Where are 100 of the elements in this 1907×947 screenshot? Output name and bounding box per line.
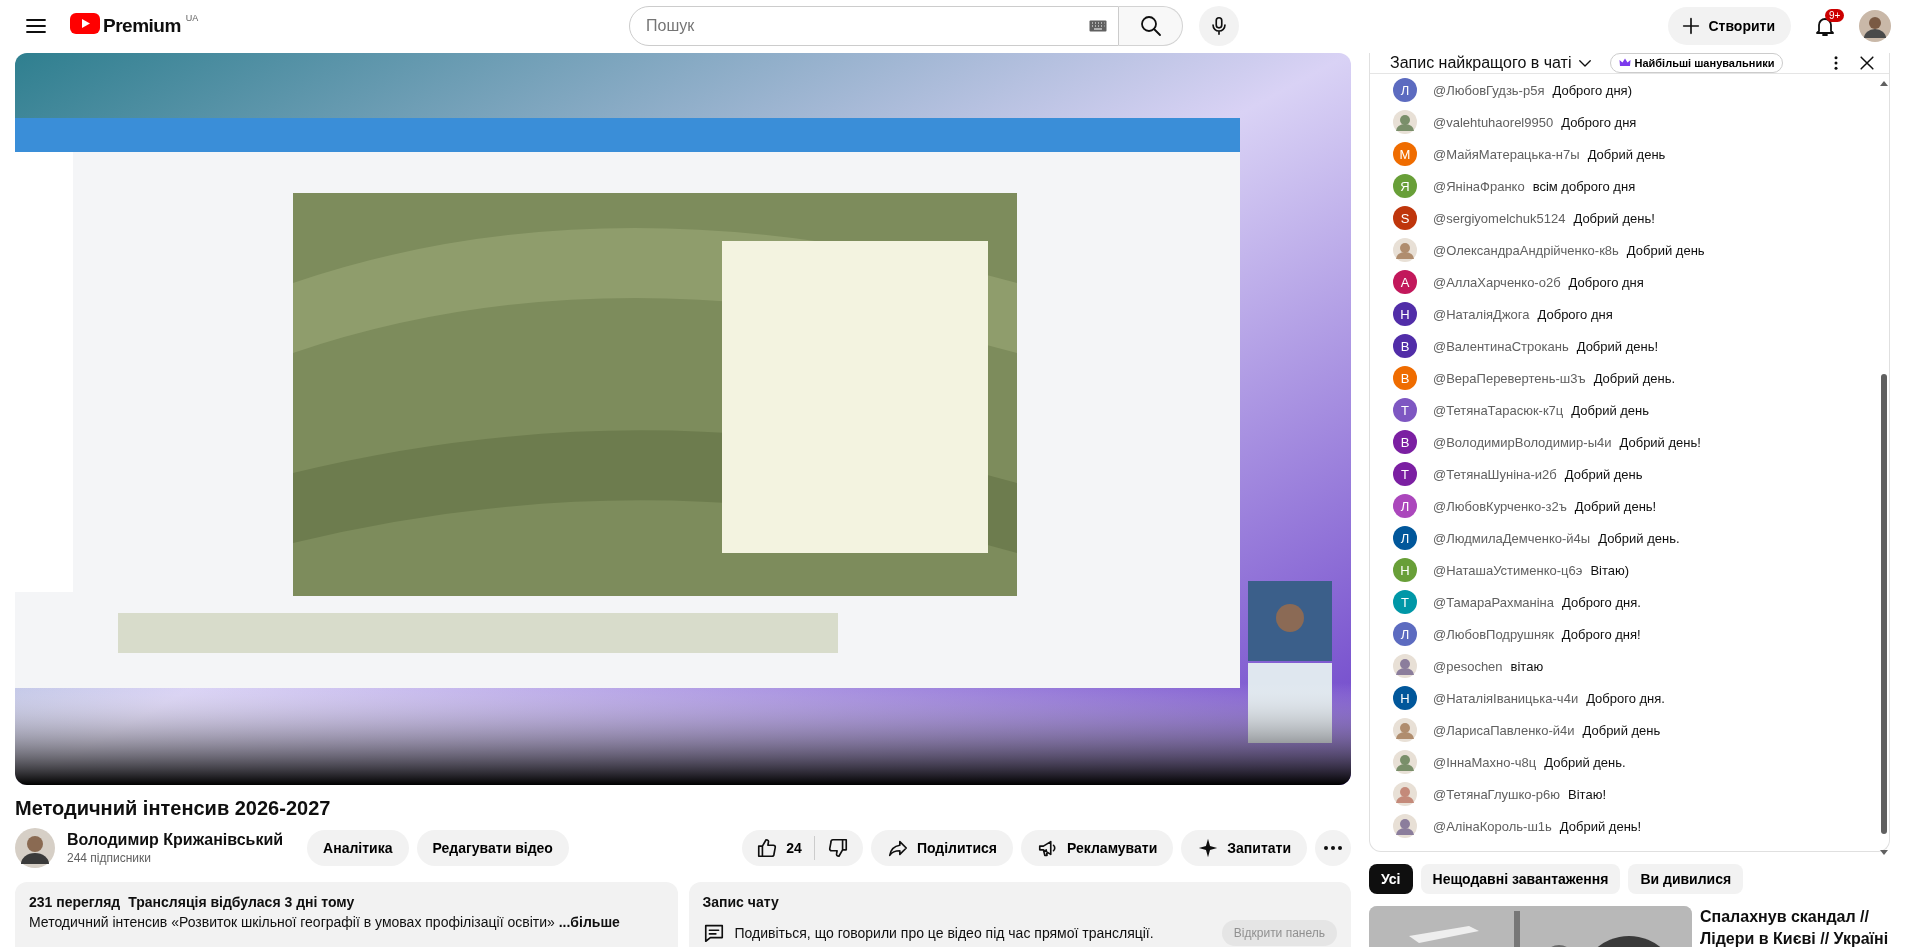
avatar: Л xyxy=(1393,622,1417,646)
chat-text: Добрий день! xyxy=(1559,818,1642,834)
chat-text: всім доброго дня xyxy=(1532,178,1636,194)
chat-text: Доброго дня. xyxy=(1586,690,1665,706)
thumbs-down-icon xyxy=(826,837,849,859)
chat-text: Вітаю! xyxy=(1568,786,1606,802)
chat-replay-title: Запис чату xyxy=(702,894,780,910)
chat-text: Доброго дня xyxy=(1568,274,1644,290)
avatar: Н xyxy=(1393,558,1417,582)
chat-author[interactable]: @ЛюбовКурченко-з2ъ xyxy=(1433,498,1567,514)
chat-author[interactable]: @НаташаУстименко-ц6э xyxy=(1433,562,1583,578)
avatar: В xyxy=(1393,334,1417,358)
chat-text: Доброго дня! xyxy=(1561,626,1641,642)
chat-text: Добрий день. xyxy=(1598,530,1680,546)
video-title[interactable]: Спалахнув скандал // Лідери в Києві // Україні xyxy=(1700,906,1890,947)
chat-author[interactable]: @ВераПеревертень-ш3ъ xyxy=(1433,370,1586,386)
avatar: Н xyxy=(1393,686,1417,710)
chat-author[interactable]: @МайяМатерацька-н7ы xyxy=(1433,146,1580,162)
filter-chip[interactable]: Усі xyxy=(1369,864,1413,894)
avatar xyxy=(1393,718,1417,742)
chat-text: Доброго дня xyxy=(1561,114,1637,130)
avatar: Я xyxy=(1393,174,1417,198)
share-button[interactable]: Поділитися xyxy=(870,830,1013,866)
avatar: Л xyxy=(1393,494,1417,518)
more-button[interactable] xyxy=(1315,830,1351,866)
chat-text: Добрий день xyxy=(1626,242,1705,258)
chat-text: Добрий день xyxy=(1564,466,1643,482)
chat-text: вітаю xyxy=(1510,658,1544,674)
create-button[interactable]: Створити xyxy=(1668,7,1791,45)
crown-icon xyxy=(1618,57,1631,69)
chat-author[interactable]: @ЛарисаПавленко-й4и xyxy=(1433,722,1575,738)
avatar[interactable] xyxy=(1859,10,1891,42)
chat-author[interactable]: @НаталіяІваницька-ч4и xyxy=(1433,690,1579,706)
channel-action-button[interactable]: Аналітика xyxy=(307,830,409,866)
chat-author[interactable]: @valehtuhaorel9950 xyxy=(1433,114,1554,130)
chat-author[interactable]: @pesochen xyxy=(1433,658,1503,674)
avatar: S xyxy=(1393,206,1417,230)
chat-author[interactable]: @ТамараРахманіна xyxy=(1433,594,1555,610)
subscriber-count: 244 підписники xyxy=(67,851,152,865)
logo-text[interactable]: Premium xyxy=(103,13,181,39)
chat-author[interactable]: @НаталіяДжога xyxy=(1433,306,1530,322)
avatar: Л xyxy=(1393,78,1417,102)
chat-author[interactable]: @АллаХарченко-о2б xyxy=(1433,274,1561,290)
chat-text: Добрий день! xyxy=(1574,498,1657,514)
chat-text: Добрий день! xyxy=(1576,338,1659,354)
search-icon xyxy=(1138,14,1163,38)
chat-author[interactable]: @ТетянаТарасюк-к7ц xyxy=(1433,402,1564,418)
channel-action-button[interactable]: Редагувати відео xyxy=(416,830,569,866)
chat-author[interactable]: @ТетянаГлушко-р6ю xyxy=(1433,786,1561,802)
chat-replay-text: Подивіться, що говорили про це відео під час прямої трансляції. xyxy=(734,925,1154,941)
chat-text: Добрий день. xyxy=(1544,754,1626,770)
chat-author[interactable]: @ЛюдмилаДемченко-й4ы xyxy=(1433,530,1591,546)
avatar: Л xyxy=(1393,526,1417,550)
avatar xyxy=(1393,110,1417,134)
description-panel[interactable]: 231 перегляд Трансляція відбулася 3 дні тому Методичний інтенсив «Розвиток шкільної географії в умовах профілізації освіти» ...більше xyxy=(15,882,678,947)
chat-text: Добрий день. xyxy=(1593,370,1675,386)
chat-author[interactable]: @ІннаМахно-ч8ц xyxy=(1433,754,1537,770)
avatar: А xyxy=(1393,270,1417,294)
chat-text: Доброго дня xyxy=(1537,306,1613,322)
channel-name[interactable]: Володимир Крижанівський xyxy=(67,831,284,849)
avatar: Н xyxy=(1393,302,1417,326)
chat-author[interactable]: @ЛюбовПодрушняк xyxy=(1433,626,1554,642)
chat-author[interactable]: @ЯнінаФранко xyxy=(1433,178,1525,194)
voice-search-button[interactable] xyxy=(1199,6,1239,46)
chat-text: Добрий день xyxy=(1582,722,1661,738)
filter-chip[interactable]: Нещодавні завантаження xyxy=(1420,864,1621,894)
ask-button[interactable]: Запитати xyxy=(1181,830,1307,866)
avatar[interactable] xyxy=(15,828,55,868)
chat-text: Доброго дня) xyxy=(1552,82,1632,98)
chat-text: Добрий день! xyxy=(1573,210,1655,226)
search-field[interactable]: Пошук xyxy=(629,6,1119,46)
avatar xyxy=(1393,238,1417,262)
view-count: 231 перегляд xyxy=(29,894,121,910)
chat-author[interactable]: @ТетянаШуніна-и2б xyxy=(1433,466,1557,482)
chat-text: Добрий день xyxy=(1587,146,1666,162)
chat-author[interactable]: @ОлександраАндрійченко-к8ь xyxy=(1433,242,1619,258)
chat-text: Доброго дня. xyxy=(1562,594,1641,610)
like-button[interactable]: 24 xyxy=(742,830,814,866)
chat-text: Вітаю) xyxy=(1590,562,1630,578)
filter-chip[interactable]: Ви дивилися xyxy=(1628,864,1744,894)
description-text: Методичний інтенсив «Розвиток шкільної географії в умовах профілізації освіти» ...більше xyxy=(29,914,621,930)
promote-button[interactable]: Рекламувати xyxy=(1021,830,1174,866)
chat-author[interactable]: @ВалентинаСтрокань xyxy=(1433,338,1569,354)
stream-date: Трансляція відбулася 3 дні тому xyxy=(128,894,355,910)
notification-count: 9+ xyxy=(1825,9,1845,22)
avatar xyxy=(1393,814,1417,838)
avatar: В xyxy=(1393,366,1417,390)
chat-bubble-icon xyxy=(702,922,725,944)
chat-author[interactable]: @ЛюбовГудзь-р5я xyxy=(1433,82,1545,98)
top-fans-button[interactable]: Найбільші шанувальники xyxy=(1609,53,1784,73)
avatar: М xyxy=(1393,142,1417,166)
thumbs-up-icon xyxy=(756,837,779,859)
more-icon xyxy=(1324,846,1342,850)
search-button[interactable] xyxy=(1119,6,1183,46)
chat-author[interactable]: @ВолодимирВолодимир-ы4и xyxy=(1433,434,1612,450)
notifications-button[interactable]: 9+ xyxy=(1805,6,1845,46)
avatar: Т xyxy=(1393,398,1417,422)
chat-author[interactable]: @АлінаКороль-ш1ь xyxy=(1433,818,1552,834)
video-title: Методичний інтенсив 2026-2027 xyxy=(15,797,332,820)
chat-author[interactable]: @sergiyomelchuk5124 xyxy=(1433,210,1566,226)
